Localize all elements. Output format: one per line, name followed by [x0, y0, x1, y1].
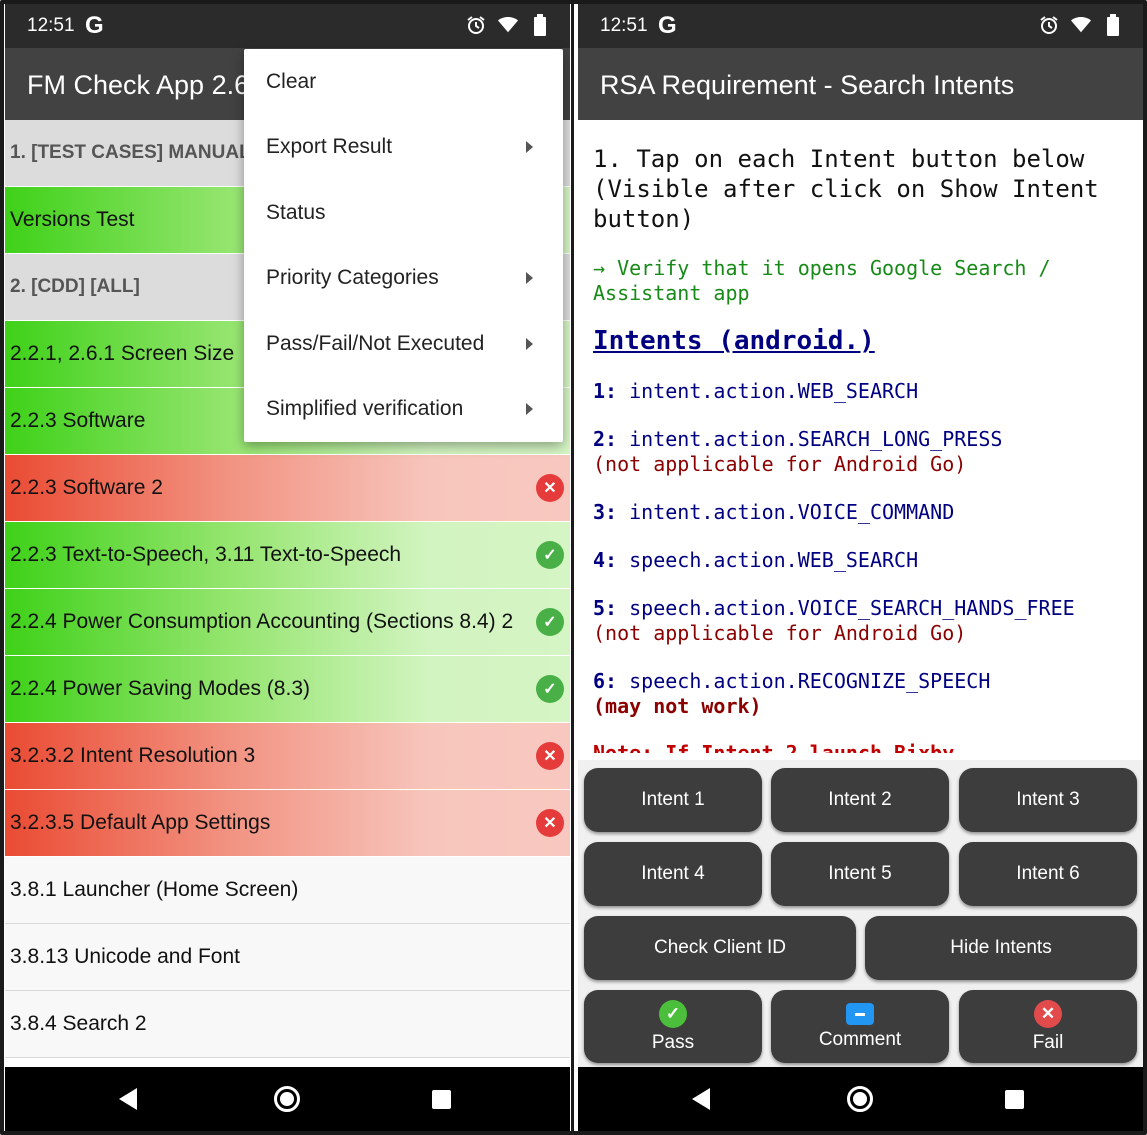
- alarm-icon: [1039, 14, 1059, 36]
- google-icon: G: [85, 12, 104, 39]
- list-item[interactable]: 2.2.3 Software 2 ✕: [5, 455, 570, 522]
- status-bar: 12:51 G: [578, 4, 1143, 48]
- intent-entry: 5: speech.action.VOICE_SEARCH_HANDS_FREE: [593, 596, 1075, 620]
- intent-note: (may not work): [593, 694, 762, 718]
- intent-1-button[interactable]: Intent 1: [584, 768, 762, 832]
- divider: [571, 0, 574, 1135]
- fail-icon: ✕: [536, 742, 564, 770]
- hide-intents-button[interactable]: Hide Intents: [865, 916, 1137, 980]
- nav-bar: [578, 1067, 1143, 1131]
- status-icons: [1039, 14, 1123, 36]
- list-item[interactable]: 3.2.3.5 Default App Settings ✕: [5, 790, 570, 857]
- left-screen: 12:51 G FM Check App 2.6 1. [TEST CASES]…: [5, 4, 570, 1131]
- intent-entry: 1: intent.action.WEB_SEARCH: [593, 379, 919, 403]
- intent-2-button[interactable]: Intent 2: [771, 768, 949, 832]
- status-time: 12:51: [27, 15, 75, 36]
- nav-bar: [5, 1067, 570, 1131]
- pass-icon: ✓: [536, 541, 564, 569]
- alarm-icon: [466, 14, 486, 36]
- wifi-icon: [1071, 14, 1091, 36]
- intent-entry: 2: intent.action.SEARCH_LONG_PRESS: [593, 427, 1003, 451]
- submenu-arrow-icon: [526, 337, 533, 350]
- list-item[interactable]: 2.2.3 Text-to-Speech, 3.11 Text-to-Speec…: [5, 522, 570, 589]
- intent-3-button[interactable]: Intent 3: [959, 768, 1137, 832]
- menu-item-simplified-verification[interactable]: Simplified verification: [244, 377, 563, 443]
- google-icon: G: [658, 12, 677, 39]
- pass-button[interactable]: ✓ Pass: [584, 990, 762, 1063]
- fail-icon: ✕: [536, 809, 564, 837]
- requirement-content[interactable]: 1. Tap on each Intent button below (Visi…: [578, 120, 1143, 760]
- recents-icon[interactable]: [432, 1090, 451, 1109]
- menu-item-status[interactable]: Status: [244, 180, 563, 246]
- truncated-note: Note: If Intent 2 launch Bixby: [593, 741, 955, 753]
- close-icon: ✕: [1034, 999, 1062, 1028]
- check-client-id-button[interactable]: Check Client ID: [584, 916, 856, 980]
- intent-6-button[interactable]: Intent 6: [959, 842, 1137, 906]
- home-icon[interactable]: [274, 1086, 300, 1112]
- comment-icon: ▬: [846, 1002, 874, 1025]
- home-icon[interactable]: [847, 1086, 873, 1112]
- submenu-arrow-icon: [526, 141, 533, 154]
- check-icon: ✓: [659, 999, 687, 1028]
- submenu-arrow-icon: [526, 403, 533, 416]
- button-panel: Intent 1 Intent 2 Intent 3 Intent 4 Inte…: [578, 760, 1143, 1067]
- status-icons: [466, 14, 550, 36]
- wifi-icon: [498, 14, 518, 36]
- back-icon[interactable]: [119, 1088, 137, 1110]
- status-time: 12:51: [600, 15, 648, 36]
- battery-icon: [1103, 14, 1123, 36]
- list-item[interactable]: 2.2.4 Power Consumption Accounting (Sect…: [5, 589, 570, 656]
- intent-4-button[interactable]: Intent 4: [584, 842, 762, 906]
- menu-item-export-result[interactable]: Export Result: [244, 115, 563, 181]
- pass-icon: ✓: [536, 608, 564, 636]
- battery-icon: [530, 14, 550, 36]
- submenu-arrow-icon: [526, 272, 533, 285]
- status-bar: 12:51 G: [5, 4, 570, 48]
- verify-text: → Verify that it opens Google Search / A…: [593, 256, 1051, 305]
- intent-5-button[interactable]: Intent 5: [771, 842, 949, 906]
- overflow-menu: Clear Export Result Status Priority Cate…: [244, 49, 563, 442]
- menu-item-priority-categories[interactable]: Priority Categories: [244, 246, 563, 312]
- list-item[interactable]: 3.8.1 Launcher (Home Screen): [5, 857, 570, 924]
- intents-heading[interactable]: Intents (android.): [593, 326, 1127, 356]
- app-title: FM Check App 2.6: [27, 70, 250, 100]
- recents-icon[interactable]: [1005, 1090, 1024, 1109]
- list-item[interactable]: 3.8.4 Search 2: [5, 991, 570, 1058]
- menu-item-clear[interactable]: Clear: [244, 49, 563, 115]
- app-title: RSA Requirement - Search Intents: [600, 70, 1015, 100]
- app-bar: RSA Requirement - Search Intents: [578, 48, 1143, 120]
- menu-item-pass-fail[interactable]: Pass/Fail/Not Executed: [244, 311, 563, 377]
- intent-note: (not applicable for Android Go): [593, 452, 967, 476]
- intent-entry: 3: intent.action.VOICE_COMMAND: [593, 500, 955, 524]
- intent-entry: 6: speech.action.RECOGNIZE_SPEECH: [593, 669, 991, 693]
- comment-button[interactable]: ▬ Comment: [771, 990, 949, 1063]
- list-item[interactable]: 3.2.3.2 Intent Resolution 3 ✕: [5, 723, 570, 790]
- intent-entry: 4: speech.action.WEB_SEARCH: [593, 548, 919, 572]
- right-screen: 12:51 G RSA Requirement - Search Intents…: [578, 4, 1143, 1131]
- fail-button[interactable]: ✕ Fail: [959, 990, 1137, 1063]
- pass-icon: ✓: [536, 675, 564, 703]
- fail-icon: ✕: [536, 474, 564, 502]
- back-icon[interactable]: [692, 1088, 710, 1110]
- list-item[interactable]: 2.2.4 Power Saving Modes (8.3) ✓: [5, 656, 570, 723]
- list-item[interactable]: 3.8.13 Unicode and Font: [5, 924, 570, 991]
- instruction-text: 1. Tap on each Intent button below (Visi…: [593, 145, 1099, 233]
- intent-note: (not applicable for Android Go): [593, 621, 967, 645]
